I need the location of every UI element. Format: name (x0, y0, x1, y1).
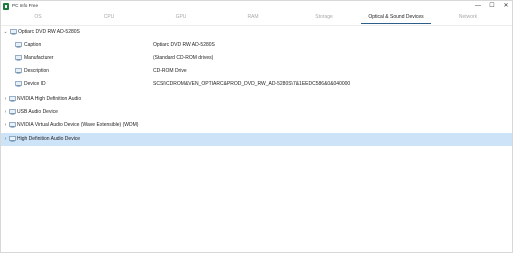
tree-item-label: NVIDIA High Definition Audio (17, 96, 82, 102)
tree-item-optiarc-dvd[interactable]: ⌄ Optiarc DVD RW AD-5280S (1, 26, 512, 39)
property-row-caption: Caption Optiarc DVD RW AD-5280S (1, 39, 512, 52)
chevron-right-icon[interactable]: › (3, 136, 8, 142)
tree-item-label: Optiarc DVD RW AD-5280S (18, 29, 80, 35)
tree-item-label: NVIDIA Virtual Audio Device (Wave Extens… (17, 122, 139, 128)
device-icon (9, 96, 16, 102)
tab-network[interactable]: Network (459, 14, 477, 20)
chevron-down-icon[interactable]: ⌄ (3, 29, 8, 35)
tree-item-label: High Definition Audio Device (17, 136, 81, 142)
tree-item-nvidia-hd-audio[interactable]: › NVIDIA High Definition Audio (1, 93, 512, 106)
tree-item-hd-audio-device[interactable]: › High Definition Audio Device (1, 133, 512, 146)
tree-item-nvidia-virtual-audio[interactable]: › NVIDIA Virtual Audio Device (Wave Exte… (1, 119, 512, 132)
close-button[interactable]: ✕ (499, 1, 512, 12)
property-value: CD-ROM Drive (153, 68, 187, 74)
property-label: Manufacturer (24, 55, 54, 61)
property-row-description: Description CD-ROM Drive (1, 65, 512, 78)
app-logo-icon (3, 3, 9, 10)
active-tab-indicator (361, 23, 431, 24)
tab-os[interactable]: OS (34, 14, 41, 20)
tab-optical-sound-devices[interactable]: Optical & Sound Devices (368, 14, 423, 20)
property-icon (15, 81, 22, 87)
property-value: SCSI\CDROM&VEN_OPTIARC&PROD_DVD_RW_AD-52… (153, 81, 351, 87)
property-icon (15, 68, 22, 74)
property-label: Caption (24, 42, 42, 48)
app-window: PC Info Free — ☐ ✕ OS CPU GPU RAM Storag… (0, 0, 513, 253)
property-label: Description (24, 68, 50, 74)
tree-item-usb-audio[interactable]: › USB Audio Device (1, 106, 512, 119)
tab-cpu[interactable]: CPU (104, 14, 115, 20)
device-icon (9, 122, 16, 128)
chevron-right-icon[interactable]: › (3, 96, 8, 102)
property-row-device-id: Device ID SCSI\CDROM&VEN_OPTIARC&PROD_DV… (1, 78, 512, 91)
property-row-manufacturer: Manufacturer (Standard CD-ROM drives) (1, 52, 512, 65)
property-value: Optiarc DVD RW AD-5280S (153, 42, 215, 48)
tab-ram[interactable]: RAM (247, 14, 258, 20)
property-icon (15, 55, 22, 61)
device-icon (10, 29, 17, 35)
property-icon (15, 42, 22, 48)
device-icon (9, 109, 16, 115)
chevron-right-icon[interactable]: › (3, 109, 8, 115)
tab-bar: OS CPU GPU RAM Storage Optical & Sound D… (1, 12, 512, 25)
property-label: Device ID (24, 81, 46, 87)
tab-gpu[interactable]: GPU (176, 14, 187, 20)
maximize-button[interactable]: ☐ (485, 1, 499, 12)
title-bar[interactable]: PC Info Free — ☐ ✕ (1, 1, 512, 12)
tree-item-label: USB Audio Device (17, 109, 58, 115)
window-title: PC Info Free (12, 3, 39, 8)
tab-storage[interactable]: Storage (315, 14, 333, 20)
device-icon (9, 136, 16, 142)
chevron-right-icon[interactable]: › (3, 122, 8, 128)
minimize-button[interactable]: — (471, 1, 485, 12)
property-value: (Standard CD-ROM drives) (153, 55, 214, 61)
